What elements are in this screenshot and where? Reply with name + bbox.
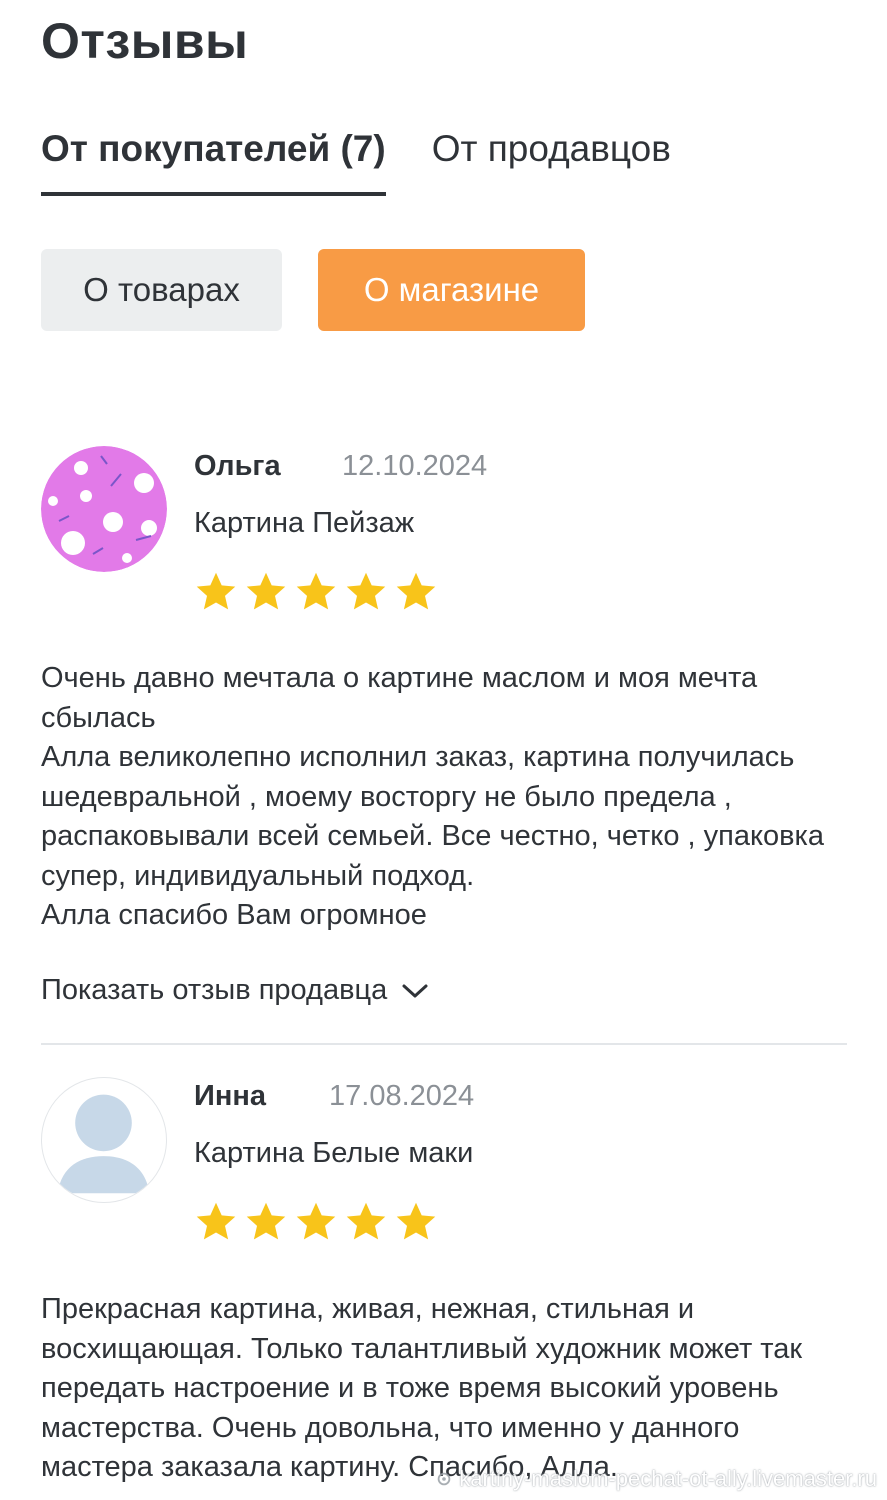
review-text: Очень давно мечтала о картине маслом и м… xyxy=(41,662,824,931)
default-user-icon xyxy=(57,1094,150,1194)
filter-about-shop-button[interactable]: О магазине xyxy=(318,249,585,331)
chevron-down-icon xyxy=(402,984,428,997)
review-divider xyxy=(41,1043,847,1045)
tab-from-buyers[interactable]: От покупателей (7) xyxy=(41,128,386,196)
review-author[interactable]: Инна xyxy=(194,1080,266,1113)
rating-stars xyxy=(194,570,444,614)
star-icon xyxy=(246,1202,286,1240)
show-seller-review-label: Показать отзыв продавца xyxy=(41,974,388,1006)
review-source-tabs: От покупателей (7) От продавцов xyxy=(41,128,717,196)
show-seller-review-button[interactable]: Показать отзыв продавца xyxy=(41,974,429,1007)
review-filter-row: О товарах О магазине xyxy=(41,249,585,331)
star-icon xyxy=(246,572,286,610)
review-author[interactable]: Ольга xyxy=(194,450,281,483)
review-product[interactable]: Картина Белые маки xyxy=(194,1137,473,1170)
star-icon xyxy=(196,572,236,610)
avatar[interactable] xyxy=(41,1077,167,1203)
review-text: Прекрасная картина, живая, нежная, стиль… xyxy=(41,1293,803,1483)
star-icon xyxy=(396,1202,436,1240)
star-icon xyxy=(346,1202,386,1240)
review-product[interactable]: Картина Пейзаж xyxy=(194,507,414,540)
star-icon xyxy=(196,1202,236,1240)
star-icon xyxy=(346,572,386,610)
rating-stars xyxy=(194,1200,444,1244)
filter-about-products-button[interactable]: О товарах xyxy=(41,249,282,331)
star-icon xyxy=(396,572,436,610)
watermark-text: kartiny-maslom-pechat-ot-ally.livemaster… xyxy=(459,1466,877,1491)
tab-from-sellers[interactable]: От продавцов xyxy=(432,128,671,196)
avatar[interactable] xyxy=(41,446,167,572)
review-date: 17.08.2024 xyxy=(329,1080,475,1112)
star-icon xyxy=(296,1202,336,1240)
review-date: 12.10.2024 xyxy=(342,450,488,482)
page-title: Отзывы xyxy=(41,13,249,69)
star-icon xyxy=(296,572,336,610)
pattern-avatar-icon xyxy=(41,446,167,572)
watermark: kartiny-maslom-pechat-ot-ally.livemaster… xyxy=(435,1466,877,1492)
gear-icon xyxy=(437,1472,451,1486)
